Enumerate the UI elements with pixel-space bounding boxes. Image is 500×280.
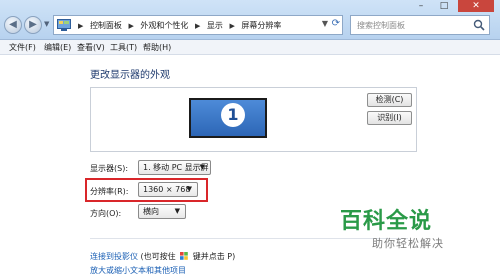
display-select[interactable]: 1. 移动 PC 显示屏 ▼: [138, 160, 211, 175]
breadcrumb: ▶ 控制面板 ▶ 外观和个性化 ▶ 显示 ▶ 屏幕分辨率: [74, 20, 281, 31]
monitor-icon[interactable]: 1: [189, 98, 267, 138]
chevron-down-icon: ▼: [199, 163, 205, 171]
monitor-number: 1: [221, 103, 245, 127]
chevron-right-icon: ▶: [78, 22, 84, 30]
menu-view[interactable]: 查看(V): [77, 42, 105, 53]
orientation-label: 方向(O):: [90, 209, 122, 218]
display-label: 显示器(S):: [90, 164, 129, 173]
maximize-button[interactable]: □: [434, 0, 454, 12]
windows-logo-icon: [180, 252, 189, 260]
close-button[interactable]: ✕: [458, 0, 494, 12]
watermark-title: 百科全说: [340, 209, 433, 234]
refresh-icon[interactable]: ⟳: [332, 18, 340, 29]
navigation-bar: ◀ ▶ ▼ ▶ 控制面板 ▶ 外观和个性化 ▶ 显示 ▶ 屏幕分辨率 ▼ ⟳ 搜…: [0, 0, 500, 40]
breadcrumb-control-panel[interactable]: 控制面板: [90, 20, 122, 31]
orientation-select-value: 横向: [143, 207, 159, 216]
orientation-select[interactable]: 横向 ▼: [138, 204, 186, 219]
detect-button[interactable]: 检测(C): [367, 93, 412, 107]
menu-bar: 文件(F) 编辑(E) 查看(V) 工具(T) 帮助(H): [0, 40, 500, 55]
search-input[interactable]: 搜索控制面板: [357, 20, 405, 31]
menu-file[interactable]: 文件(F): [9, 42, 36, 53]
identify-button[interactable]: 识别(I): [367, 111, 412, 125]
resolution-label: 分辨率(R):: [90, 187, 129, 196]
connect-projector-link[interactable]: 连接到投影仪: [90, 252, 138, 261]
menu-tools[interactable]: 工具(T): [110, 42, 137, 53]
projector-link-row: 连接到投影仪 (也可按住 键并点击 P): [90, 251, 235, 262]
projector-hint-suffix: 键并点击 P): [192, 252, 236, 261]
search-box[interactable]: 搜索控制面板: [350, 15, 490, 35]
page-title: 更改显示器的外观: [90, 70, 170, 81]
chevron-down-icon: ▼: [186, 185, 192, 193]
breadcrumb-appearance[interactable]: 外观和个性化: [140, 20, 188, 31]
chevron-down-icon: ▼: [174, 207, 180, 215]
watermark-subtitle: 助你轻松解决: [372, 237, 444, 250]
text-size-link[interactable]: 放大或缩小文本和其他项目: [90, 265, 186, 276]
projector-hint-prefix: (也可按住: [140, 252, 176, 261]
forward-button[interactable]: ▶: [24, 16, 42, 34]
breadcrumb-display[interactable]: 显示: [207, 20, 223, 31]
menu-edit[interactable]: 编辑(E): [44, 42, 71, 53]
breadcrumb-screen-resolution[interactable]: 屏幕分辨率: [241, 20, 281, 31]
recent-pages-dropdown[interactable]: ▼: [44, 20, 49, 28]
chevron-right-icon[interactable]: ▶: [229, 22, 234, 30]
search-icon: [473, 19, 485, 31]
chevron-right-icon[interactable]: ▶: [128, 22, 133, 30]
divider: [90, 238, 408, 239]
chevron-down-icon[interactable]: ▼: [322, 19, 328, 28]
back-button[interactable]: ◀: [4, 16, 22, 34]
menu-help[interactable]: 帮助(H): [143, 42, 171, 53]
control-panel-icon: [57, 19, 71, 31]
display-preview-area: 1 检测(C) 识别(I): [90, 87, 417, 152]
resolution-select-value: 1360 × 768: [143, 185, 191, 194]
minimize-button[interactable]: –: [410, 0, 432, 12]
chevron-right-icon[interactable]: ▶: [195, 22, 200, 30]
resolution-select[interactable]: 1360 × 768 ▼: [138, 182, 198, 197]
address-bar[interactable]: ▶ 控制面板 ▶ 外观和个性化 ▶ 显示 ▶ 屏幕分辨率 ▼ ⟳: [53, 15, 343, 35]
